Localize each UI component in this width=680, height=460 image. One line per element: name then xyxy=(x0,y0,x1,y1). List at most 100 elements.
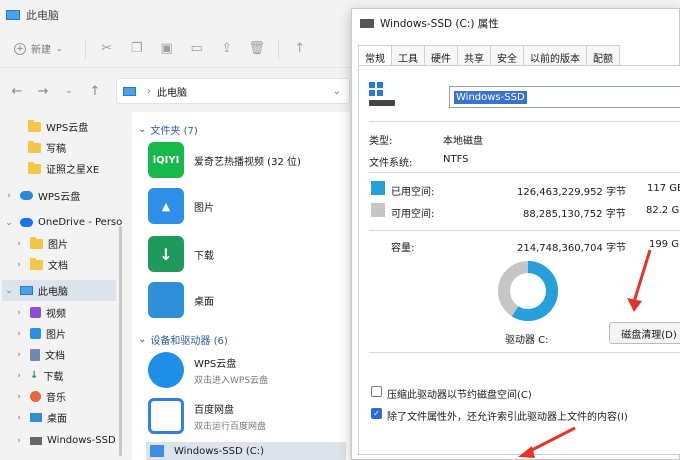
folder-item-desktop[interactable]: 桌面 xyxy=(148,282,214,318)
devices-group-header[interactable]: ⌄ 设备和驱动器 (6) xyxy=(138,332,228,347)
compress-label: 压缩此驱动器以节约磁盘空间(C) xyxy=(387,390,532,401)
sort-icon[interactable]: ↑ xyxy=(285,35,315,63)
chevron-down-icon[interactable]: ⌄ xyxy=(4,218,14,228)
folder-icon xyxy=(28,119,41,132)
tab-security[interactable]: 安全 xyxy=(490,45,524,65)
paste-icon[interactable]: ▣ xyxy=(152,35,182,63)
address-bar[interactable]: › 此电脑 ⌄ xyxy=(116,78,350,104)
delete-icon[interactable]: 🗑 xyxy=(242,35,272,63)
pc-icon xyxy=(6,10,20,20)
drive-name-input[interactable]: Windows-SSD xyxy=(449,86,680,108)
sidebar-item-videos[interactable]: › 视频 xyxy=(14,302,66,323)
share-icon[interactable]: ⇪ xyxy=(212,35,242,63)
sidebar-item-pictures[interactable]: › 图片 xyxy=(14,323,66,344)
forward-icon[interactable]: → xyxy=(30,84,56,99)
windows-logo-icon xyxy=(369,82,383,96)
device-item-label: Windows-SSD (C:) xyxy=(174,445,264,457)
address-text: 此电脑 xyxy=(157,87,187,99)
divider xyxy=(369,121,680,122)
device-item-windows-ssd[interactable]: Windows-SSD (C:) xyxy=(146,442,346,460)
sidebar-item-documents[interactable]: › 文档 xyxy=(14,344,65,365)
toolbar-divider xyxy=(277,38,279,59)
back-icon[interactable]: ← xyxy=(4,84,30,99)
tab-quota[interactable]: 配额 xyxy=(586,45,620,65)
device-item-text: 百度网盘 双击运行百度网盘 xyxy=(194,401,266,432)
sidebar-item-this-pc[interactable]: ⌄ 此电脑 xyxy=(2,280,116,301)
chevron-right-icon[interactable]: › xyxy=(14,392,24,402)
folders-group-header[interactable]: ⌄ 文件夹 (7) xyxy=(138,122,198,137)
chevron-right-icon[interactable]: › xyxy=(14,436,24,446)
device-item-baidu[interactable]: 百度网盘 双击运行百度网盘 xyxy=(148,398,266,434)
download-folder-icon: ↓ xyxy=(148,236,184,272)
sidebar-item-windows-ssd[interactable]: › Windows-SSD xyxy=(14,430,116,451)
plus-icon: + xyxy=(14,42,26,55)
capacity-size: 199 GB xyxy=(649,239,680,250)
chevron-right-icon[interactable]: › xyxy=(14,308,24,318)
recent-chevron-icon[interactable]: ⌄ xyxy=(56,86,82,96)
sidebar-item-music[interactable]: › 音乐 xyxy=(14,386,66,407)
sidebar-item-downloads[interactable]: › ↓ 下载 xyxy=(14,365,63,386)
sidebar-item-desktop[interactable]: › 桌面 xyxy=(14,407,67,428)
folder-item-label: 爱奇艺热播视频 (32 位) xyxy=(194,156,301,168)
disk-cleanup-button[interactable]: 磁盘清理(D) xyxy=(609,322,680,344)
filesystem-value: NTFS xyxy=(443,154,469,165)
chevron-down-icon: ⌄ xyxy=(138,334,147,345)
used-space-label: 已用空间: xyxy=(391,187,435,198)
used-space-swatch xyxy=(371,181,385,195)
chevron-right-icon[interactable]: › xyxy=(4,191,14,201)
sidebar-item-label: 文档 xyxy=(48,261,68,272)
tab-sharing[interactable]: 共享 xyxy=(457,45,491,65)
device-item-wps-cloud[interactable]: WPS云盘 双击进入WPS云盘 xyxy=(148,352,268,388)
download-icon: ↓ xyxy=(30,370,39,381)
sidebar-item-wps-cloud[interactable]: › WPS云盘 xyxy=(4,185,80,206)
tab-general[interactable]: 常规 xyxy=(358,45,392,65)
chevron-right-icon[interactable]: › xyxy=(14,260,24,270)
chevron-right-icon[interactable]: › xyxy=(14,371,24,381)
pc-icon xyxy=(123,86,136,96)
used-space-bytes: 126,463,229,952 字节 xyxy=(517,187,627,198)
sidebar-item-writing[interactable]: 写稿 xyxy=(28,137,66,158)
folders-header-label: 文件夹 (7) xyxy=(150,126,198,137)
folder-item-label: 桌面 xyxy=(194,296,214,308)
chevron-right-icon[interactable]: › xyxy=(14,413,24,423)
divider xyxy=(369,230,680,231)
new-button[interactable]: + 新建 ⌄ xyxy=(14,41,63,56)
chevron-right-icon[interactable]: › xyxy=(14,239,24,249)
dialog-title-bar: Windows-SSD (C:) 属性 xyxy=(352,9,679,37)
sidebar-item-onedrive-pictures[interactable]: › 图片 xyxy=(14,233,68,254)
tab-tools[interactable]: 工具 xyxy=(391,45,425,65)
sidebar-item-photo-star[interactable]: 证照之星XE xyxy=(28,158,99,179)
device-item-subtitle: 双击运行百度网盘 xyxy=(194,421,267,432)
sidebar-item-label: Windows-SSD xyxy=(47,435,116,446)
desktop-icon xyxy=(30,413,42,422)
copy-icon[interactable]: ❐ xyxy=(122,35,152,63)
tab-hardware[interactable]: 硬件 xyxy=(424,45,458,65)
filesystem-label: 文件系统: xyxy=(369,158,413,169)
folder-icon xyxy=(28,140,41,153)
folder-item-pictures[interactable]: ▲ 图片 xyxy=(148,188,214,224)
cut-icon[interactable]: ✂ xyxy=(92,35,122,63)
chevron-down-icon: ⌄ xyxy=(138,124,147,135)
chevron-down-icon[interactable]: ⌄ xyxy=(4,286,14,296)
up-icon[interactable]: ↑ xyxy=(82,84,108,99)
chevron-right-icon[interactable]: › xyxy=(14,329,24,339)
folder-icon xyxy=(28,161,41,174)
chevron-down-icon[interactable]: ⌄ xyxy=(333,86,341,97)
folder-item-downloads[interactable]: ↓ 下载 xyxy=(148,236,214,272)
sidebar-item-wps-cloud-folder[interactable]: WPS云盘 xyxy=(28,116,88,137)
index-checkbox[interactable]: ✓ xyxy=(371,408,382,419)
folder-item-iqiyi[interactable]: iQIYI 爱奇艺热播视频 (32 位) xyxy=(148,142,301,178)
sidebar-item-onedrive[interactable]: ⌄ OneDrive - Perso xyxy=(4,212,122,233)
chevron-right-icon[interactable]: › xyxy=(14,350,24,360)
dialog-title: Windows-SSD (C:) 属性 xyxy=(380,17,499,30)
drive-letter-label: 驱动器 C: xyxy=(505,335,549,346)
sidebar-scrollbar[interactable] xyxy=(119,226,122,456)
pc-icon xyxy=(20,286,33,295)
tab-previous-versions[interactable]: 以前的版本 xyxy=(523,45,587,65)
file-list-pane: ⌄ 文件夹 (7) iQIYI 爱奇艺热播视频 (32 位) ▲ 图片 ↓ 下载 … xyxy=(132,112,350,460)
sidebar-item-onedrive-documents[interactable]: › 文档 xyxy=(14,254,68,275)
compress-checkbox[interactable] xyxy=(371,386,382,397)
drive-icon xyxy=(30,436,42,445)
rename-icon[interactable]: ▭ xyxy=(182,35,212,63)
video-icon xyxy=(30,307,41,318)
